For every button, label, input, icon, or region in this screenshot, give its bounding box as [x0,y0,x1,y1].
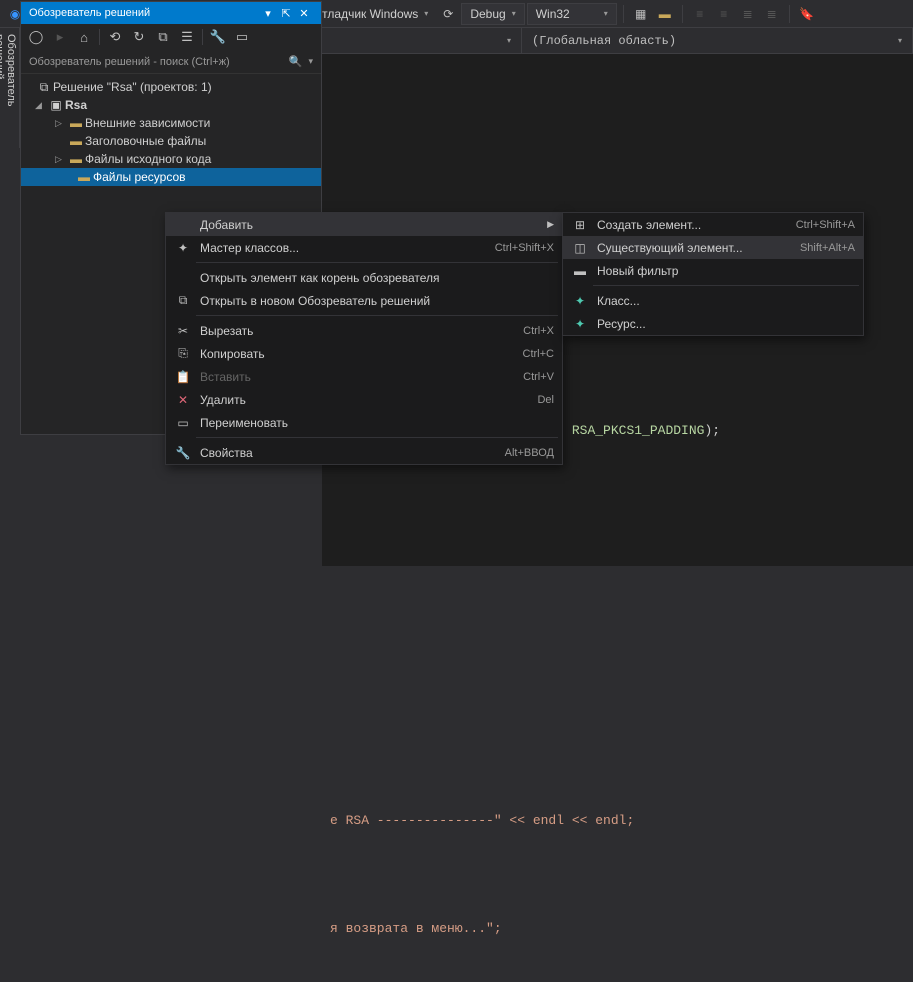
context-menu: Добавить ▶ ✦ Мастер классов... Ctrl+Shif… [165,212,563,465]
tree-solution-node[interactable]: ⧉ Решение "Rsa" (проектов: 1) [21,78,321,96]
collapse-icon[interactable]: ⧉ [154,28,172,46]
menu-item-new-item[interactable]: ⊞ Создать элемент... Ctrl+Shift+A [563,213,863,236]
copy-icon: ⎘ [170,346,196,361]
new-item-icon: ⊞ [567,218,593,232]
properties-icon[interactable]: 🔧 [209,28,227,46]
rename-icon: ▭ [170,416,196,430]
tree-folder-source[interactable]: ▷ ▬ Файлы исходного кода [21,150,321,168]
chevron-down-icon: ▾ [308,56,313,67]
folder-icon: ▬ [567,264,593,278]
uncomment-icon: ≣ [761,3,783,25]
refresh-icon[interactable]: ⟳ [437,3,459,25]
new-view-icon: ⧉ [170,293,196,308]
menu-item-delete[interactable]: ✕ Удалить Del [166,388,562,411]
scope-dropdown[interactable]: (Глобальная область) ▾ [522,28,913,53]
expand-arrow-icon[interactable]: ▷ [55,154,67,165]
code-navigation-bar: ▾ (Глобальная область) ▾ [322,28,913,54]
platform-dropdown[interactable]: Win32 ▾ [527,3,617,25]
code-line: я возврата в меню..."; [330,920,905,938]
expand-arrow-icon[interactable]: ◢ [35,100,47,111]
menu-item-existing-item[interactable]: ◫ Существующий элемент... Shift+Alt+A [563,236,863,259]
menu-separator [196,437,558,438]
outdent-icon: ≡ [713,3,735,25]
bookmark-icon[interactable]: 🔖 [796,3,818,25]
menu-item-new-solution-view[interactable]: ⧉ Открыть в новом Обозреватель решений [166,289,562,312]
menu-item-cut[interactable]: ✂ Вырезать Ctrl+X [166,319,562,342]
folder-icon: ▬ [75,170,93,184]
chevron-down-icon: ▾ [898,36,902,46]
menu-item-add[interactable]: Добавить ▶ [166,213,562,236]
chevron-down-icon: ▾ [424,9,428,18]
indent-icon: ≡ [689,3,711,25]
panel-title: Обозреватель решений [29,7,150,19]
refresh-icon[interactable]: ↻ [130,28,148,46]
solution-search-input[interactable]: Обозреватель решений - поиск (Ctrl+ж) 🔍 … [21,50,321,74]
back-icon[interactable]: ◯ [27,28,45,46]
tree-folder-headers[interactable]: ▬ Заголовочные файлы [21,132,321,150]
resource-icon: ✦ [567,317,593,331]
menu-item-class-wizard[interactable]: ✦ Мастер классов... Ctrl+Shift+X [166,236,562,259]
cut-icon: ✂ [170,324,196,338]
sync-icon[interactable]: ⟲ [106,28,124,46]
menu-item-scope-to-this[interactable]: Открыть элемент как корень обозревателя [166,266,562,289]
submenu-arrow-icon: ▶ [542,219,554,230]
solution-icon: ⧉ [35,80,53,95]
config-label: Debug [470,7,505,21]
paste-icon: 📋 [170,370,196,384]
folder-icon[interactable]: ▬ [654,3,676,25]
tree-project-node[interactable]: ◢ ▣ Rsa [21,96,321,114]
pin-icon[interactable]: ⇱ [277,7,295,20]
wizard-icon: ✦ [170,241,196,255]
side-tab-solution-explorer[interactable]: Обозреватель решений [0,28,20,148]
folder-icon: ▬ [67,116,85,130]
menu-item-copy[interactable]: ⎘ Копировать Ctrl+C [166,342,562,365]
preview-icon[interactable]: ▭ [233,28,251,46]
menu-separator [196,262,558,263]
folder-icon: ▬ [67,134,85,148]
menu-separator [196,315,558,316]
project-icon: ▣ [47,98,65,112]
chevron-down-icon: ▾ [512,9,516,18]
layout-icon[interactable]: ▦ [630,3,652,25]
tree-folder-resources[interactable]: ▬ Файлы ресурсов [21,168,321,186]
panel-titlebar[interactable]: Обозреватель решений ▾ ⇱ ✕ [21,2,321,24]
show-all-icon[interactable]: ☰ [178,28,196,46]
config-dropdown[interactable]: Debug ▾ [461,3,524,25]
context-submenu-add: ⊞ Создать элемент... Ctrl+Shift+A ◫ Суще… [562,212,864,336]
wrench-icon: 🔧 [170,446,196,460]
solution-explorer-toolbar: ◯ ▸ ⌂ ⟲ ↻ ⧉ ☰ 🔧 ▭ [21,24,321,50]
tree-folder-external[interactable]: ▷ ▬ Внешние зависимости [21,114,321,132]
menu-item-rename[interactable]: ▭ Переименовать [166,411,562,434]
menu-item-paste: 📋 Вставить Ctrl+V [166,365,562,388]
menu-item-new-filter[interactable]: ▬ Новый фильтр [563,259,863,282]
platform-label: Win32 [536,7,570,21]
home-icon[interactable]: ⌂ [75,28,93,46]
chevron-down-icon: ▾ [604,9,608,18]
folder-icon: ▬ [67,152,85,166]
dropdown-icon[interactable]: ▾ [259,7,277,20]
class-icon: ✦ [567,294,593,308]
code-body[interactable]: _size); (inlen, ctext, ptext, privKey, R… [322,54,913,982]
menu-separator [593,285,859,286]
project-scope-dropdown[interactable]: ▾ [322,28,522,53]
existing-item-icon: ◫ [567,241,593,255]
comment-icon: ≣ [737,3,759,25]
expand-arrow-icon[interactable]: ▷ [55,118,67,129]
menu-item-properties[interactable]: 🔧 Свойства Alt+ВВОД [166,441,562,464]
close-icon[interactable]: ✕ [295,7,313,20]
chevron-down-icon: ▾ [507,36,511,46]
delete-icon: ✕ [170,393,196,407]
forward-icon: ▸ [51,28,69,46]
search-icon: 🔍 [289,55,303,68]
solution-tree[interactable]: ⧉ Решение "Rsa" (проектов: 1) ◢ ▣ Rsa ▷ … [21,74,321,190]
menu-item-resource[interactable]: ✦ Ресурс... [563,312,863,335]
code-line: е RSA ---------------" << endl << endl; [330,812,905,830]
menu-item-class[interactable]: ✦ Класс... [563,289,863,312]
